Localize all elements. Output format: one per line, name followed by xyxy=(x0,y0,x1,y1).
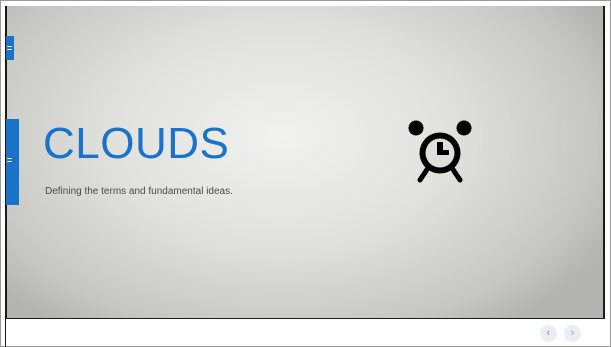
previous-slide-button[interactable]: ‹ xyxy=(540,325,557,342)
next-slide-button[interactable]: › xyxy=(564,325,581,342)
tab-mark xyxy=(7,161,12,162)
slide-title: CLOUDS xyxy=(43,119,230,168)
tab-mark xyxy=(7,49,12,50)
tab-mark xyxy=(7,158,12,159)
slide-right-border xyxy=(603,6,605,319)
section-tab-2[interactable] xyxy=(6,119,19,205)
slide-bottom-border xyxy=(5,318,605,319)
slide-subtitle: Defining the terms and fundamental ideas… xyxy=(45,186,233,197)
footer-left-border xyxy=(5,319,6,347)
section-tab-1[interactable] xyxy=(6,36,14,60)
alarm-clock-icon xyxy=(408,120,472,183)
tab-mark xyxy=(7,46,12,47)
